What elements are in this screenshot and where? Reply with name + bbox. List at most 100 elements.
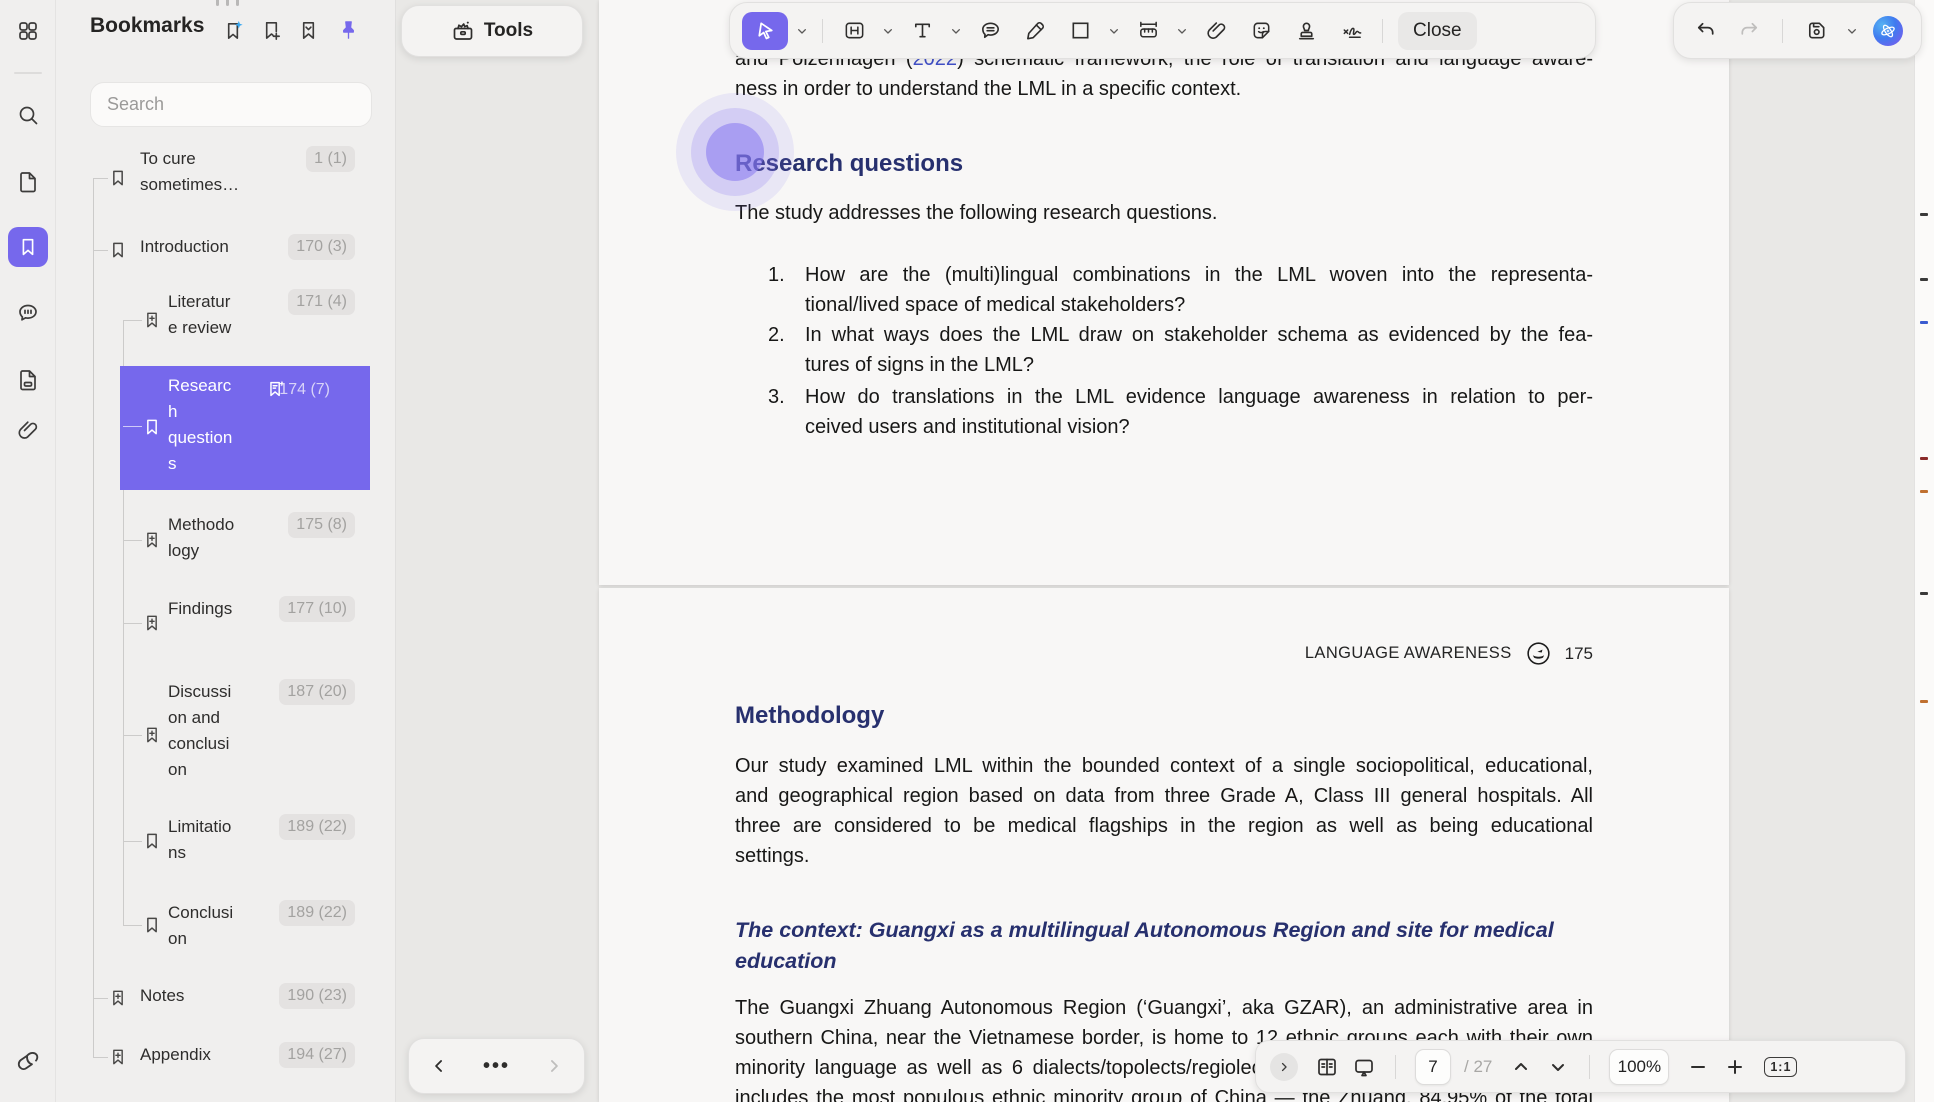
shape-button[interactable] [1060, 12, 1100, 50]
list-number: 1. [768, 260, 785, 290]
select-tool-button[interactable] [742, 12, 788, 50]
heading-edit-button[interactable] [834, 12, 874, 50]
chevron-down-icon[interactable] [1106, 23, 1122, 39]
bookmark-badge: 194 (27) [279, 1042, 355, 1068]
tools-button[interactable]: Tools [401, 5, 583, 57]
bookmark-label: Research questions [168, 373, 236, 477]
zoom-in-icon[interactable] [1723, 1055, 1747, 1079]
list-number: 2. [768, 320, 785, 350]
comment-icon [979, 19, 1002, 42]
next-page-icon[interactable] [1546, 1055, 1570, 1079]
measure-button[interactable] [1128, 12, 1168, 50]
toolbar-separator [1382, 19, 1383, 43]
two-page-view-icon[interactable] [1315, 1055, 1339, 1079]
section-heading-research-questions: Research questions [735, 150, 963, 178]
scroll-minimap[interactable] [1914, 0, 1934, 1102]
doc-line: Our study examined LML within the bounde… [735, 751, 1593, 781]
shape-icon [1069, 19, 1092, 42]
document-area: and Polzenhagen (2022) schematic framewo… [397, 0, 1934, 1102]
doc-line: The Guangxi Zhuang Autonomous Region (‘G… [735, 993, 1593, 1023]
signature-icon [1340, 19, 1363, 42]
save-icon [1805, 19, 1828, 42]
comments-icon[interactable] [16, 301, 40, 325]
history-nav-bar: ••• [408, 1038, 585, 1094]
back-icon[interactable] [429, 1056, 449, 1076]
doc-line: ness in order to understand the LML in a… [735, 74, 1593, 104]
chevron-down-icon[interactable] [794, 23, 810, 39]
pdf-page-175[interactable]: LANGUAGE AWARENESS 175 Methodology Our s… [599, 588, 1729, 1102]
bookmark-badge: 1 (1) [306, 146, 355, 172]
main-toolbar: Close [729, 2, 1596, 59]
doc-line: and geographical region based on data fr… [735, 781, 1593, 811]
comment-button[interactable] [970, 12, 1010, 50]
page-number-label: 175 [1565, 644, 1593, 664]
page-thumbnails-icon[interactable] [16, 170, 40, 194]
toolbar-separator [1395, 1055, 1396, 1079]
redo-icon [1738, 19, 1761, 42]
bookmark-badge: 174 (7) [279, 377, 330, 403]
add-text-icon [911, 19, 934, 42]
save-button[interactable] [1799, 12, 1833, 50]
ai-assistant-button[interactable] [1873, 16, 1903, 46]
toolbox-icon [451, 19, 475, 43]
bookmark-badge: 175 (8) [288, 512, 355, 538]
actual-size-button[interactable]: 1:1 [1764, 1057, 1797, 1077]
doc-line: tures of signs in the LML? [805, 350, 1593, 380]
signature-button[interactable] [1331, 12, 1371, 50]
bookmark-badge: 189 (22) [279, 814, 355, 840]
add-text-button[interactable] [902, 12, 942, 50]
bookmark-badge: 170 (3) [288, 234, 355, 260]
chevron-down-icon[interactable] [948, 23, 964, 39]
chevron-right-icon [1277, 1060, 1291, 1074]
bookmarks-icon [17, 236, 39, 258]
ai-assistant-icon [1878, 21, 1898, 41]
bookmark-label: Notes [140, 983, 252, 1009]
bookmark-badge: 187 (20) [279, 679, 355, 705]
journal-header: LANGUAGE AWARENESS 175 [1305, 640, 1593, 667]
pdf-page-174[interactable]: and Polzenhagen (2022) schematic framewo… [599, 0, 1729, 585]
bookmark-label: Literature review [168, 289, 236, 341]
attachments-icon[interactable] [16, 418, 40, 442]
highlighter-icon [1024, 19, 1047, 42]
stamp-button[interactable] [1286, 12, 1326, 50]
sticker-icon [1250, 19, 1273, 42]
bookmark-label: To cure sometimes… [140, 146, 252, 198]
collapse-bar-button[interactable] [1270, 1053, 1298, 1081]
chevron-down-icon[interactable] [1174, 23, 1190, 39]
chevron-down-icon[interactable] [880, 23, 896, 39]
attach-button[interactable] [1196, 12, 1236, 50]
close-button[interactable]: Close [1398, 12, 1477, 50]
forward-icon[interactable] [544, 1056, 564, 1076]
presentation-mode-icon[interactable] [1352, 1055, 1376, 1079]
extract-page-icon[interactable] [16, 368, 40, 392]
heading-edit-icon [843, 19, 866, 42]
bookmark-label: Limitations [168, 814, 236, 866]
toolbar-separator [1782, 19, 1783, 43]
right-toolbar [1673, 2, 1922, 59]
sticker-button[interactable] [1241, 12, 1281, 50]
apps-grid-icon[interactable] [16, 19, 40, 43]
doc-line: settings. [735, 841, 1593, 871]
journal-title: LANGUAGE AWARENESS [1305, 644, 1512, 663]
bookmark-badge: 190 (23) [279, 983, 355, 1009]
doc-line: tional/lived space of medical stakeholde… [805, 290, 1593, 320]
search-icon[interactable] [16, 103, 40, 127]
page-number-input[interactable]: 7 [1415, 1049, 1451, 1085]
bookmarks-panel-button[interactable] [8, 227, 48, 267]
toolbar-separator [822, 19, 823, 43]
bookmark-tree: To cure sometimes… 1 (1) Introduction 17… [56, 0, 395, 1102]
highlighter-button[interactable] [1015, 12, 1055, 50]
redo-button[interactable] [1732, 12, 1766, 50]
zoom-level-input[interactable]: 100% [1609, 1049, 1669, 1085]
bookmark-badge: 171 (4) [288, 289, 355, 315]
bookmark-badge: 189 (22) [279, 900, 355, 926]
undo-button[interactable] [1688, 12, 1722, 50]
page-total-label: / 27 [1464, 1057, 1492, 1077]
more-options-button[interactable]: ••• [483, 1055, 510, 1078]
zoom-out-icon[interactable] [1686, 1055, 1710, 1079]
previous-page-icon[interactable] [1509, 1055, 1533, 1079]
bookmark-item-research-questions-selected[interactable]: Research questions 174 (7) [120, 366, 370, 490]
doc-line: three are considered to be medical flags… [735, 811, 1593, 841]
bookmark-label: Methodology [168, 512, 236, 564]
chevron-down-icon[interactable] [1844, 23, 1860, 39]
